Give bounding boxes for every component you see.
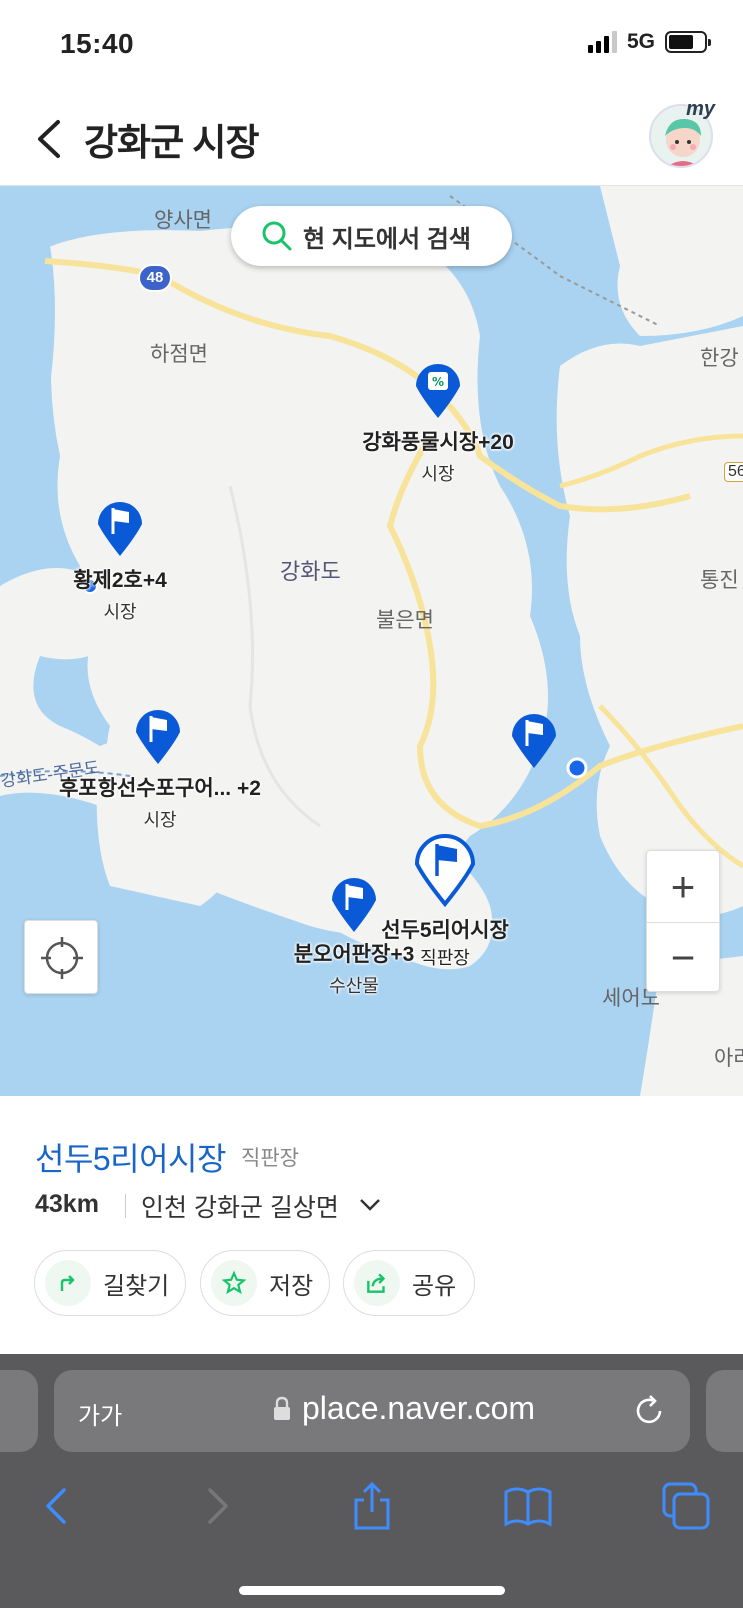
pin-category: 시장 [103,602,137,622]
market-pin-selected[interactable] [412,826,478,908]
pin-label-hupo: 후포항선수포구어... +2 시장 [59,772,261,832]
search-icon [262,221,292,251]
share-icon [354,1260,400,1306]
share-label: 공유 [412,1272,457,1300]
address-bar[interactable]: 가가 place.naver.com [54,1370,690,1452]
market-pin-ganghwa[interactable]: % [412,356,464,420]
road-56-badge: 56 [724,462,743,482]
bookmarks-icon[interactable] [502,1480,554,1532]
share-button[interactable]: 공유 [343,1250,475,1316]
place-card: 선두5리어시장 직판장 43km 인천 강화군 길상면 길찾기 저장 공유 [0,1096,743,1354]
chevron-down-icon[interactable] [358,1192,382,1216]
route-48-badge: 48 [138,264,172,292]
app-header: 강화군 시장 my [0,92,743,186]
label-ganghwado: 강화도 [280,559,341,584]
text-size-button[interactable]: 가가 [78,1396,122,1431]
directions-button[interactable]: 길찾기 [34,1250,186,1316]
page-title: 강화군 시장 [84,122,259,163]
home-indicator [239,1586,505,1595]
pin-label-selected: 선두5리어시장 [381,914,509,944]
save-label: 저장 [269,1272,314,1300]
my-badge: my [686,98,715,120]
label-bureun: 불은면 [376,609,434,632]
pin-category: 시장 [143,810,177,830]
signal-icon [587,31,617,53]
pin-category-selected: 직판장 [420,948,470,968]
divider [125,1194,126,1218]
status-bar: 15:40 5G [0,0,743,92]
forward-icon[interactable] [190,1480,242,1532]
share-sheet-icon[interactable] [346,1480,398,1532]
directions-icon [45,1260,91,1306]
market-pin-hupo[interactable] [132,702,184,766]
tabs-icon[interactable] [660,1480,712,1532]
place-distance: 43km [35,1190,99,1218]
pin-name: 선두5리어시장 [381,919,509,942]
place-category: 직판장 [241,1147,299,1170]
search-this-area-button[interactable]: 현 지도에서 검색 [231,206,512,266]
market-pin-east[interactable] [508,706,560,770]
reload-icon[interactable] [630,1392,668,1430]
next-tab-preview[interactable] [706,1370,743,1452]
url-text: place.naver.com [302,1390,536,1426]
current-location-button[interactable] [24,920,98,994]
browser-nav-row [0,1472,743,1542]
star-icon [211,1260,257,1306]
label-yangsa: 양사면 [154,209,212,232]
pin-name: 강화풍물시장+20 [362,431,514,454]
market-pin-bunoh[interactable] [328,870,380,934]
label-ara: 아라 [714,1047,743,1070]
map-view[interactable]: 양사면 하점면 강화도 불은면 한강 통진 세어도 아라 강화도-주문도 56 … [0,186,743,1096]
pin-name: 후포항선수포구어... +2 [59,777,261,800]
browser-toolbar: 가가 place.naver.com [0,1354,743,1608]
zoom-controls: + − [646,850,720,992]
market-pin-hwangje[interactable] [94,494,146,558]
label-hangang: 한강 [700,347,739,370]
pin-name: 분오어판장+3 [293,943,415,966]
battery-icon [665,31,711,53]
crosshair-icon [41,937,83,979]
place-address[interactable]: 인천 강화군 길상면 [141,1188,339,1224]
network-type: 5G [626,30,655,53]
pin-category: 수산물 [329,976,379,996]
zoom-in-button[interactable]: + [647,851,719,922]
pin-label-bunoh: 분오어판장+3 수산물 [294,938,415,998]
label-tongjin: 통진 [700,569,739,592]
save-button[interactable]: 저장 [200,1250,330,1316]
svg-text:%: % [432,375,444,389]
label-hajeom: 하점면 [150,343,208,366]
pin-label-hwangje: 황제2호+4 시장 [73,564,167,624]
zoom-out-button[interactable]: − [647,922,719,993]
status-indicators: 5G [587,30,711,54]
search-this-area-label: 현 지도에서 검색 [303,225,471,253]
url-display[interactable]: place.naver.com [272,1390,535,1427]
lock-icon [274,1396,290,1420]
pin-label-ganghwa: 강화풍물시장+20 시장 [362,426,514,486]
back-arrow-icon[interactable] [30,116,70,162]
directions-label: 길찾기 [103,1272,170,1300]
previous-tab-preview[interactable] [0,1370,38,1452]
pin-category: 시장 [421,464,455,484]
status-time: 15:40 [60,28,135,59]
place-name[interactable]: 선두5리어시장 [35,1134,226,1180]
pin-name: 황제2호+4 [73,569,167,592]
back-icon[interactable] [32,1480,84,1532]
